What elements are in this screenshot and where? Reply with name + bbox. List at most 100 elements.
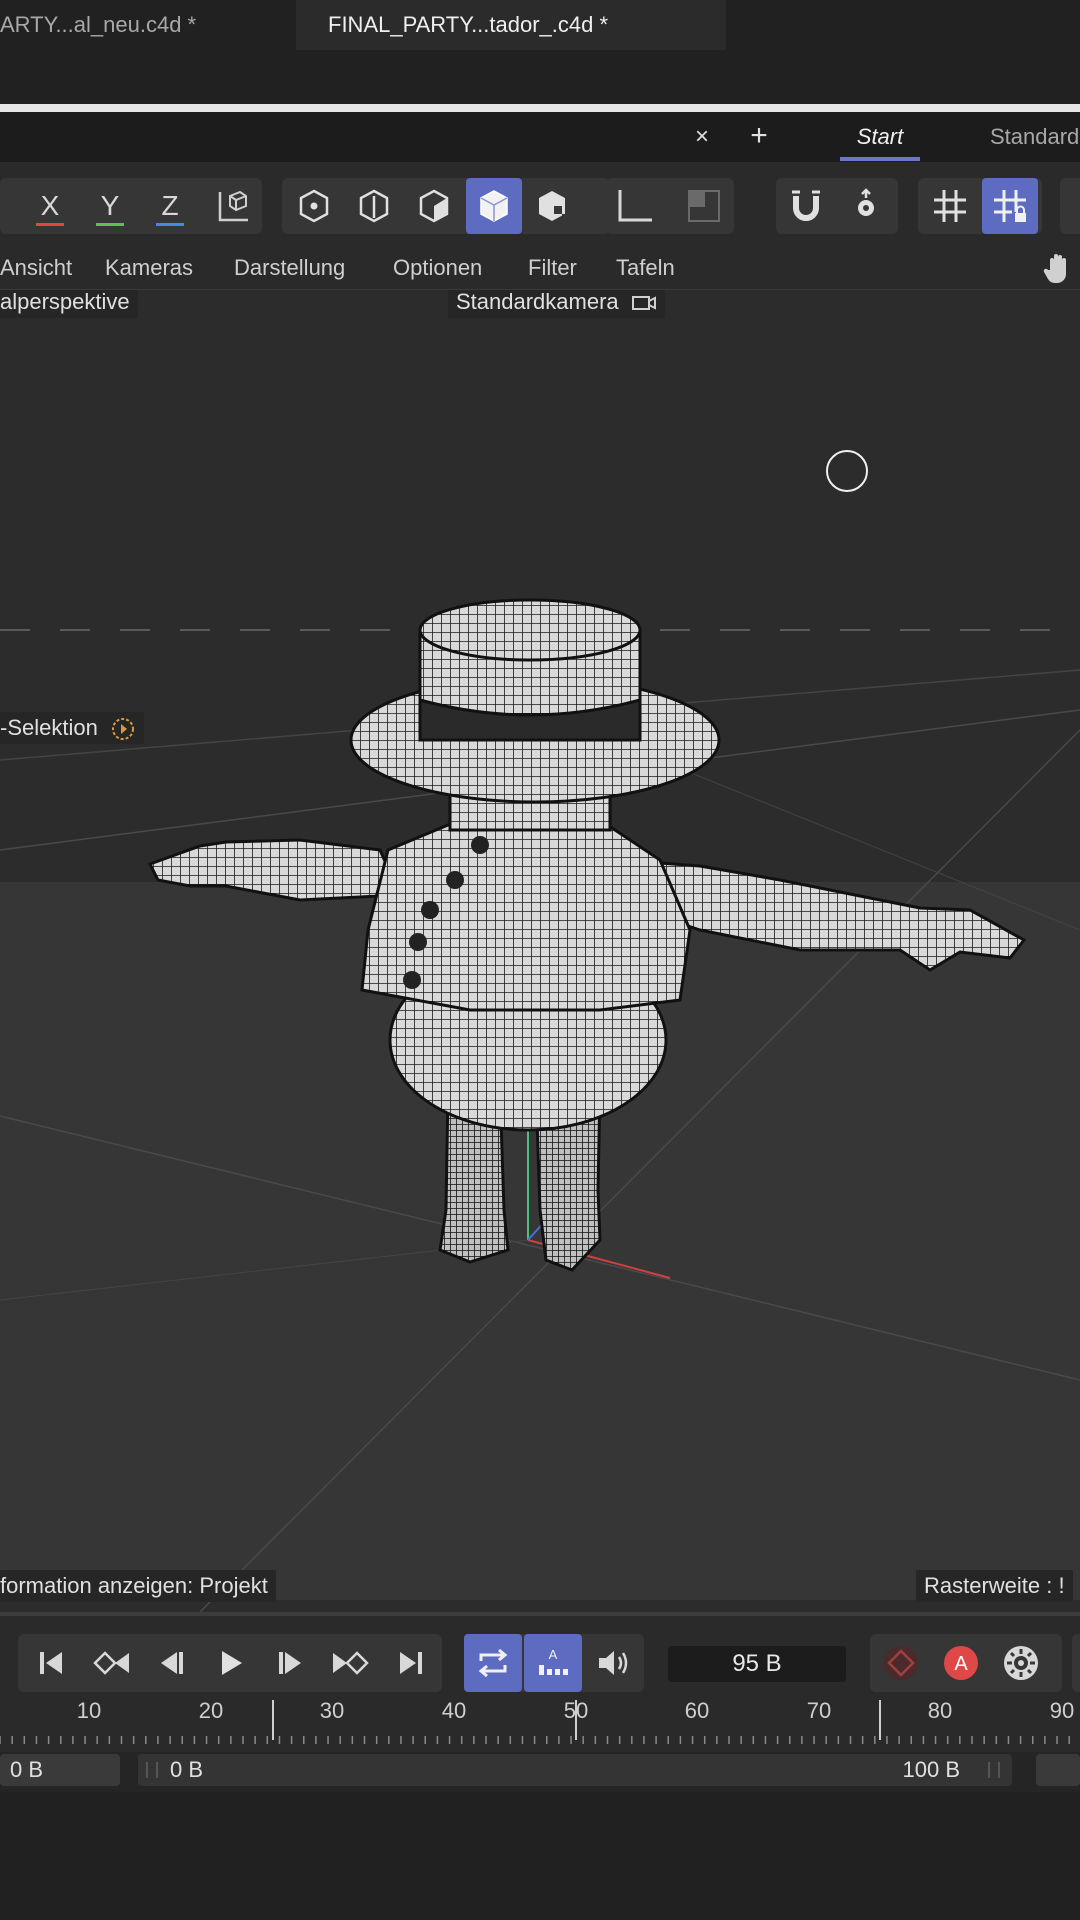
edge-mode-icon xyxy=(419,189,449,223)
play-icon xyxy=(222,1651,242,1675)
ruler-label-80: 80 xyxy=(927,1698,953,1723)
goto-end-button[interactable] xyxy=(382,1634,440,1692)
autokey-button[interactable]: A xyxy=(932,1634,990,1692)
ruler-label-40: 40 xyxy=(441,1698,467,1723)
goto-start-button[interactable] xyxy=(22,1634,80,1692)
range-end-field[interactable] xyxy=(1036,1754,1080,1786)
ruler-label-20: 20 xyxy=(198,1698,224,1723)
next-frame-button[interactable] xyxy=(262,1634,320,1692)
sound-icon xyxy=(599,1651,628,1675)
layout-tab-standard[interactable]: Standard xyxy=(990,112,1080,162)
window-separator xyxy=(0,104,1080,112)
camera-label[interactable]: Standardkamera xyxy=(448,290,665,318)
range-left-handle[interactable] xyxy=(146,1762,158,1778)
z-axis-color-bar xyxy=(156,223,184,226)
solo-mode-button[interactable] xyxy=(676,178,732,234)
point-mode-button[interactable] xyxy=(346,178,402,234)
record-keys-icon xyxy=(884,1646,918,1680)
range-max-label: 100 B xyxy=(902,1757,961,1782)
bottom-area xyxy=(0,1796,1080,1920)
range-min-label: 0 B xyxy=(170,1757,204,1782)
projection-label[interactable]: alperspektive xyxy=(0,290,138,318)
ruler-label-60: 60 xyxy=(684,1698,710,1723)
viewport-grid-and-model xyxy=(0,598,1080,1612)
layout-tab-start-indicator xyxy=(840,157,920,161)
loop-icon xyxy=(478,1648,508,1678)
edge-mode-button[interactable] xyxy=(406,178,462,234)
menu-optionen[interactable]: Optionen xyxy=(393,246,482,290)
goto-start-icon xyxy=(40,1652,62,1674)
add-tab-icon[interactable]: + xyxy=(744,112,774,162)
model-mode-icon xyxy=(299,189,329,223)
keyframe-settings-button[interactable] xyxy=(992,1634,1050,1692)
axis-corner-icon xyxy=(618,190,652,222)
range-start-field[interactable]: 0 B xyxy=(0,1754,120,1786)
menu-tafeln[interactable]: Tafeln xyxy=(616,246,675,290)
sound-button[interactable] xyxy=(584,1634,642,1692)
coordinate-system-icon xyxy=(218,190,248,222)
camera-label-text: Standardkamera xyxy=(456,290,619,314)
workplane-button[interactable] xyxy=(922,178,978,234)
play-button[interactable] xyxy=(202,1634,260,1692)
document-tab-2[interactable]: FINAL_PARTY...tador_.c4d * xyxy=(296,0,726,50)
layout-tab-start[interactable]: Start xyxy=(840,112,920,162)
svg-text:A: A xyxy=(954,1653,968,1675)
ruler-label-70: 70 xyxy=(806,1698,832,1723)
menu-filter[interactable]: Filter xyxy=(528,246,577,290)
document-tab-1[interactable]: ARTY...al_neu.c4d * xyxy=(0,0,296,50)
ruler-label-90: 90 xyxy=(1049,1698,1075,1723)
polygon-mode-button[interactable] xyxy=(466,178,522,234)
snap-button[interactable] xyxy=(778,178,834,234)
y-axis-color-bar xyxy=(96,223,124,226)
x-axis-lock-button[interactable]: X xyxy=(22,178,78,234)
selection-play-icon xyxy=(111,718,134,741)
next-key-icon xyxy=(333,1651,369,1675)
ruler-label-10: 10 xyxy=(76,1698,102,1723)
goto-end-icon xyxy=(400,1652,422,1674)
ruler-ticks xyxy=(0,1700,1070,1744)
z-axis-label: Z xyxy=(161,190,179,221)
object-coordinate-button[interactable] xyxy=(204,178,260,234)
settings-icon xyxy=(1004,1646,1038,1680)
grid-icon xyxy=(934,190,966,222)
info-label[interactable]: formation anzeigen: Projekt xyxy=(0,1570,276,1602)
loop-button[interactable] xyxy=(464,1634,522,1692)
ruler-label-30: 30 xyxy=(319,1698,345,1723)
y-axis-label: Y xyxy=(100,190,120,221)
hand-icon[interactable] xyxy=(1040,250,1076,286)
x-axis-label: X xyxy=(40,190,60,221)
current-frame-field[interactable]: 95 B xyxy=(668,1646,846,1682)
extra-group xyxy=(1072,1634,1080,1692)
extra-tool-group xyxy=(1060,178,1080,234)
ruler-label-50: 50 xyxy=(563,1698,589,1723)
point-mode-icon xyxy=(359,189,389,223)
z-axis-lock-button[interactable]: Z xyxy=(142,178,198,234)
range-right-handle[interactable] xyxy=(988,1762,1000,1778)
preview-range-slider[interactable]: 0 B 100 B xyxy=(138,1754,1012,1786)
model-mode-button[interactable] xyxy=(286,178,342,234)
magnet-icon xyxy=(792,190,820,221)
3d-viewport[interactable]: alperspektive Standardkamera -Selektion … xyxy=(0,290,1080,1612)
prev-key-button[interactable] xyxy=(82,1634,140,1692)
next-key-button[interactable] xyxy=(322,1634,380,1692)
selection-label-text: -Selektion xyxy=(0,715,98,740)
selection-label[interactable]: -Selektion xyxy=(0,712,144,744)
camera-icon xyxy=(631,296,656,311)
record-keys-button[interactable] xyxy=(872,1634,930,1692)
timeline-ruler[interactable] xyxy=(0,1700,1080,1752)
prev-frame-icon xyxy=(161,1652,183,1674)
uv-mode-button[interactable] xyxy=(526,178,582,234)
prev-frame-button[interactable] xyxy=(142,1634,200,1692)
snap-settings-icon xyxy=(858,188,874,216)
menu-kameras[interactable]: Kameras xyxy=(105,246,193,290)
menu-ansicht[interactable]: Ansicht xyxy=(0,246,72,290)
y-axis-lock-button[interactable]: Y xyxy=(82,178,138,234)
autokey-mode-button[interactable]: A xyxy=(524,1634,582,1692)
close-tab-icon[interactable]: × xyxy=(690,112,714,162)
menu-darstellung[interactable]: Darstellung xyxy=(234,246,345,290)
autokey-icon: A xyxy=(944,1646,978,1680)
lock-workplane-button[interactable] xyxy=(982,178,1038,234)
snap-settings-button[interactable] xyxy=(838,178,894,234)
world-axis-button[interactable] xyxy=(606,178,662,234)
cursor-circle xyxy=(826,450,868,492)
